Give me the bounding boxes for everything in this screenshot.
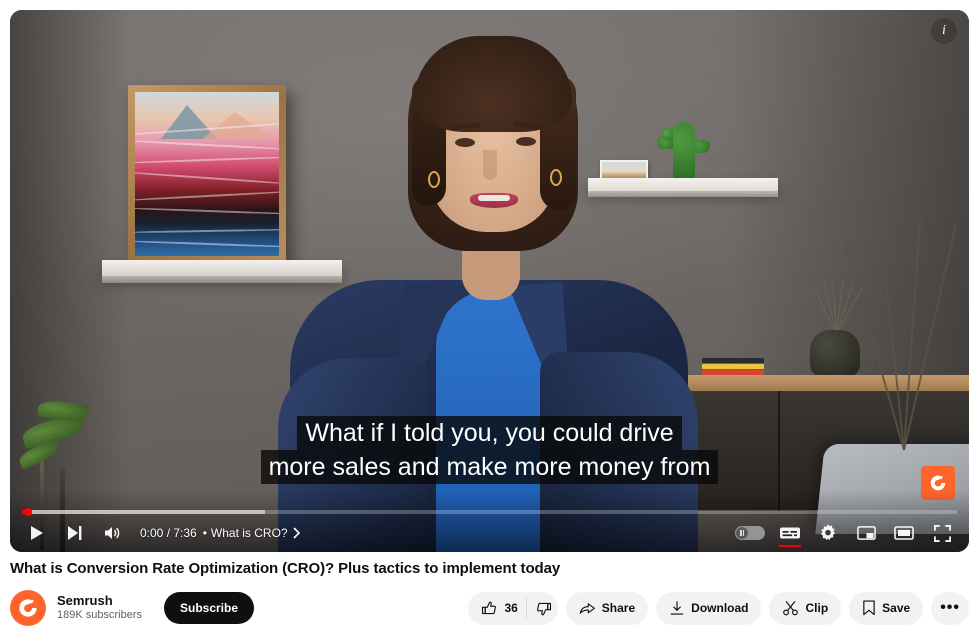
more-actions-button[interactable]: •••	[931, 591, 969, 625]
theater-mode-button[interactable]	[885, 514, 923, 552]
save-button[interactable]: Save	[849, 591, 924, 625]
channel-name[interactable]: Semrush	[57, 593, 142, 609]
eye-left	[455, 138, 475, 147]
hair-front	[414, 36, 572, 132]
artwork-ridge	[135, 207, 279, 216]
play-button[interactable]	[18, 514, 56, 552]
next-video-button[interactable]	[56, 514, 94, 552]
nose	[483, 150, 497, 180]
presenter	[278, 28, 698, 552]
page-title: What is Conversion Rate Optimization (CR…	[10, 560, 561, 577]
share-label: Share	[601, 601, 636, 615]
subtitles-active-indicator	[779, 544, 801, 547]
chevron-right-icon	[293, 527, 300, 539]
channel-and-actions-row: Semrush 189K subscribers Subscribe 36 Sh…	[10, 589, 969, 627]
artwork-ridge	[135, 171, 279, 186]
download-label: Download	[691, 601, 749, 615]
subscribe-button[interactable]: Subscribe	[164, 592, 255, 624]
gear-icon	[820, 524, 836, 541]
eye-right	[516, 137, 536, 146]
save-label: Save	[882, 601, 911, 615]
chapter-link[interactable]: • What is CRO?	[203, 526, 301, 540]
like-dislike-group: 36	[468, 591, 558, 625]
book-stack	[702, 358, 764, 376]
like-count: 36	[504, 601, 518, 615]
artwork-ridge	[135, 239, 279, 248]
hoop-earring-left	[428, 171, 440, 188]
chapter-separator: •	[202, 526, 207, 540]
video-meta: What is Conversion Rate Optimization (CR…	[10, 560, 969, 627]
channel-avatar[interactable]	[10, 590, 46, 626]
info-icon[interactable]: i	[931, 18, 957, 44]
youtube-watch-page: What if I told you, you could drive more…	[0, 0, 979, 630]
video-player[interactable]: What if I told you, you could drive more…	[10, 10, 969, 552]
thumbs-down-icon[interactable]	[535, 600, 552, 617]
download-button[interactable]: Download	[656, 591, 762, 625]
artwork-ridge	[135, 139, 279, 151]
bookmark-icon	[862, 600, 876, 616]
clip-label: Clip	[805, 601, 829, 615]
scissors-icon	[782, 600, 799, 616]
chapter-title: What is CRO?	[210, 526, 288, 540]
like-dislike-divider	[525, 598, 527, 618]
volume-button[interactable]	[94, 514, 132, 552]
hoop-earring-right	[550, 169, 562, 186]
download-icon	[669, 600, 685, 616]
channel-info: Semrush 189K subscribers	[57, 593, 142, 623]
settings-button[interactable]	[809, 514, 847, 552]
clip-button[interactable]: Clip	[769, 591, 842, 625]
player-controls: 0:00 / 7:36 • What is CRO?	[10, 514, 969, 552]
artwork-ridge	[135, 190, 279, 202]
artwork-ridge	[135, 228, 279, 234]
artwork-canvas	[135, 92, 279, 256]
subscriber-count: 189K subscribers	[57, 609, 142, 622]
share-icon	[579, 601, 596, 616]
autoplay-toggle[interactable]	[735, 526, 765, 540]
action-buttons: 36 Share Download Clip Save •••	[468, 591, 969, 625]
teeth	[478, 195, 510, 201]
time-display: 0:00 / 7:36	[140, 526, 197, 540]
share-button[interactable]: Share	[565, 591, 649, 625]
subtitles-button[interactable]	[771, 514, 809, 552]
artwork-ridge	[135, 156, 279, 165]
textured-vase	[810, 330, 860, 378]
miniplayer-button[interactable]	[847, 514, 885, 552]
thumbs-up-icon[interactable]	[481, 600, 498, 617]
video-frame[interactable]: What if I told you, you could drive more…	[10, 10, 969, 552]
dried-branches	[839, 190, 957, 451]
autoplay-knob	[736, 527, 748, 539]
fullscreen-button[interactable]	[923, 514, 961, 552]
framed-artwork	[128, 85, 286, 263]
